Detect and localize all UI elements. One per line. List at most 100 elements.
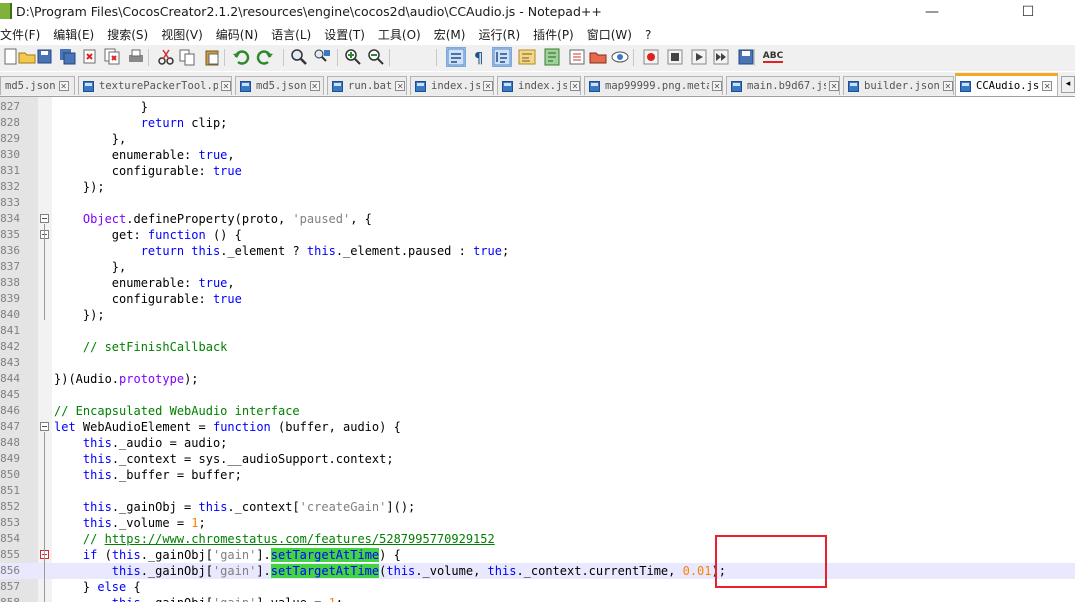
open-button[interactable] xyxy=(18,48,36,66)
menu-item[interactable]: 搜索(S) xyxy=(107,26,154,44)
tab-close-icon[interactable]: ✕ xyxy=(221,81,231,91)
word-wrap-button[interactable] xyxy=(518,48,536,66)
code-line[interactable]: 852 this._gainObj = this._context['creat… xyxy=(0,499,1075,515)
cut-button[interactable] xyxy=(157,48,175,66)
print-button[interactable] xyxy=(127,48,145,66)
code-line[interactable]: 829 }, xyxy=(0,131,1075,147)
code-line[interactable]: 837 }, xyxy=(0,259,1075,275)
maximize-button[interactable]: ☐ xyxy=(1005,0,1051,24)
minimize-button[interactable]: — xyxy=(909,0,955,24)
doc-map-button[interactable] xyxy=(543,48,561,66)
tab-texturepackertool-py[interactable]: texturePackerTool.py ✕ xyxy=(78,76,232,95)
tab-index-js[interactable]: index.js ✕ xyxy=(410,76,494,95)
code-line[interactable]: 839 configurable: true xyxy=(0,291,1075,307)
show-all-chars-button[interactable]: ¶ xyxy=(470,48,488,66)
tab-close-icon[interactable]: ✕ xyxy=(58,81,69,91)
code-line[interactable]: 828 return clip; xyxy=(0,115,1075,131)
code-line[interactable]: 841 xyxy=(0,323,1075,339)
tab-close-icon[interactable]: ✕ xyxy=(395,81,406,91)
menu-item[interactable]: 视图(V) xyxy=(161,26,209,44)
close-button[interactable] xyxy=(81,48,99,66)
save-all-button[interactable] xyxy=(59,48,77,66)
tab-run-bat[interactable]: run.bat ✕ xyxy=(327,76,407,95)
code-line[interactable]: 848 this._audio = audio; xyxy=(0,435,1075,451)
spellcheck-button[interactable]: ABC xyxy=(762,48,784,66)
code-line[interactable]: 833 xyxy=(0,195,1075,211)
menu-item[interactable]: 语言(L) xyxy=(271,26,317,44)
tab-close-icon[interactable]: ✕ xyxy=(309,81,320,91)
fold-toggle-icon[interactable] xyxy=(40,422,49,431)
code-line[interactable]: 854 // https://www.chromestatus.com/feat… xyxy=(0,531,1075,547)
redo-button[interactable] xyxy=(256,48,274,66)
code-line[interactable]: 843 xyxy=(0,355,1075,371)
run-macro-multiple-button[interactable] xyxy=(712,48,730,66)
menu-item[interactable]: 运行(R) xyxy=(478,26,526,44)
replace-button[interactable] xyxy=(313,48,331,66)
tab-index-js[interactable]: index.js ✕ xyxy=(497,76,581,95)
tab-close-icon[interactable]: ✕ xyxy=(483,81,493,91)
folder-workspace-button[interactable] xyxy=(589,48,607,66)
tab-main-b9d67-js[interactable]: main.b9d67.js ✕ xyxy=(726,76,840,95)
code-line[interactable]: 857 } else { xyxy=(0,579,1075,595)
save-macro-button[interactable] xyxy=(737,48,755,66)
code-editor[interactable]: 827 } 828 return clip; 829 }, 830 enumerabl… xyxy=(0,97,1075,602)
tab-close-icon[interactable]: ✕ xyxy=(712,81,722,91)
tab-close-icon[interactable]: ✕ xyxy=(1042,81,1053,91)
tab-close-icon[interactable]: ✕ xyxy=(570,81,580,91)
function-list-button[interactable] xyxy=(568,48,586,66)
zoom-in-button[interactable] xyxy=(344,48,362,66)
code-line[interactable]: 827 } xyxy=(0,99,1075,115)
code-line[interactable]: 853 this._volume = 1; xyxy=(0,515,1075,531)
code-line[interactable]: 838 enumerable: true, xyxy=(0,275,1075,291)
menu-item[interactable]: 宏(M) xyxy=(434,26,472,44)
code-line[interactable]: 856 this._gainObj['gain'].setTargetAtTim… xyxy=(0,563,1075,579)
tab-md5-json[interactable]: md5.json ✕ xyxy=(0,76,75,95)
tab-builder-json[interactable]: builder.json ✕ xyxy=(843,76,954,95)
sync-vertical-button[interactable] xyxy=(446,47,466,67)
tab-scroll-left-button[interactable]: ◂ xyxy=(1061,76,1075,93)
fold-toggle-icon[interactable] xyxy=(40,214,49,223)
code-line[interactable]: 842 // setFinishCallback xyxy=(0,339,1075,355)
code-line[interactable]: 850 this._buffer = buffer; xyxy=(0,467,1075,483)
tab-md5-json[interactable]: md5.json ✕ xyxy=(235,76,324,95)
undo-button[interactable] xyxy=(232,48,250,66)
code-line[interactable]: 831 configurable: true xyxy=(0,163,1075,179)
menu-item[interactable]: 编辑(E) xyxy=(53,26,100,44)
code-line[interactable]: 849 this._context = sys.__audioSupport.c… xyxy=(0,451,1075,467)
code-line[interactable]: 845 xyxy=(0,387,1075,403)
tab-map99999-png-meta[interactable]: map99999.png.meta ✕ xyxy=(584,76,723,95)
close-all-button[interactable] xyxy=(104,48,122,66)
paste-button[interactable] xyxy=(203,48,221,66)
tab-close-icon[interactable]: ✕ xyxy=(829,81,839,91)
menu-item[interactable]: 工具(O) xyxy=(378,26,427,44)
code-line[interactable]: 851 xyxy=(0,483,1075,499)
code-line[interactable]: 840 }); xyxy=(0,307,1075,323)
tab-close-icon[interactable]: ✕ xyxy=(942,81,953,91)
indent-guide-button[interactable] xyxy=(492,47,512,67)
menu-item[interactable]: ? xyxy=(645,26,657,44)
monitor-button[interactable] xyxy=(611,48,629,66)
code-line[interactable]: 855 if (this._gainObj['gain'].setTargetA… xyxy=(0,547,1075,563)
zoom-out-button[interactable] xyxy=(367,48,385,66)
copy-button[interactable] xyxy=(178,48,196,66)
code-link[interactable]: https://www.chromestatus.com/features/52… xyxy=(105,532,495,546)
code-line[interactable]: 847 let WebAudioElement = function (buffe… xyxy=(0,419,1075,435)
stop-macro-button[interactable] xyxy=(666,48,684,66)
code-line[interactable]: 830 enumerable: true, xyxy=(0,147,1075,163)
menu-item[interactable]: 编码(N) xyxy=(216,26,264,44)
menu-item[interactable]: 文件(F) xyxy=(0,26,46,44)
find-button[interactable] xyxy=(290,48,308,66)
code-line[interactable]: 844})(Audio.prototype); xyxy=(0,371,1075,387)
menu-item[interactable]: 窗口(W) xyxy=(587,26,638,44)
save-button[interactable] xyxy=(36,48,54,66)
code-line[interactable]: 835 get: function () { xyxy=(0,227,1075,243)
menu-item[interactable]: 设置(T) xyxy=(324,26,371,44)
menu-item[interactable]: 插件(P) xyxy=(533,26,580,44)
code-line[interactable]: 832 }); xyxy=(0,179,1075,195)
tab-ccaudio-js[interactable]: CCAudio.js ✕ xyxy=(955,73,1058,96)
code-line[interactable]: 834 Object.defineProperty(proto, 'paused… xyxy=(0,211,1075,227)
code-line[interactable]: 858 this._gainObj['gain'].value = 1; xyxy=(0,595,1075,602)
record-macro-button[interactable] xyxy=(642,48,660,66)
code-line[interactable]: 846 // Encapsulated WebAudio interface xyxy=(0,403,1075,419)
code-line[interactable]: 836 return this._element ? this._element… xyxy=(0,243,1075,259)
